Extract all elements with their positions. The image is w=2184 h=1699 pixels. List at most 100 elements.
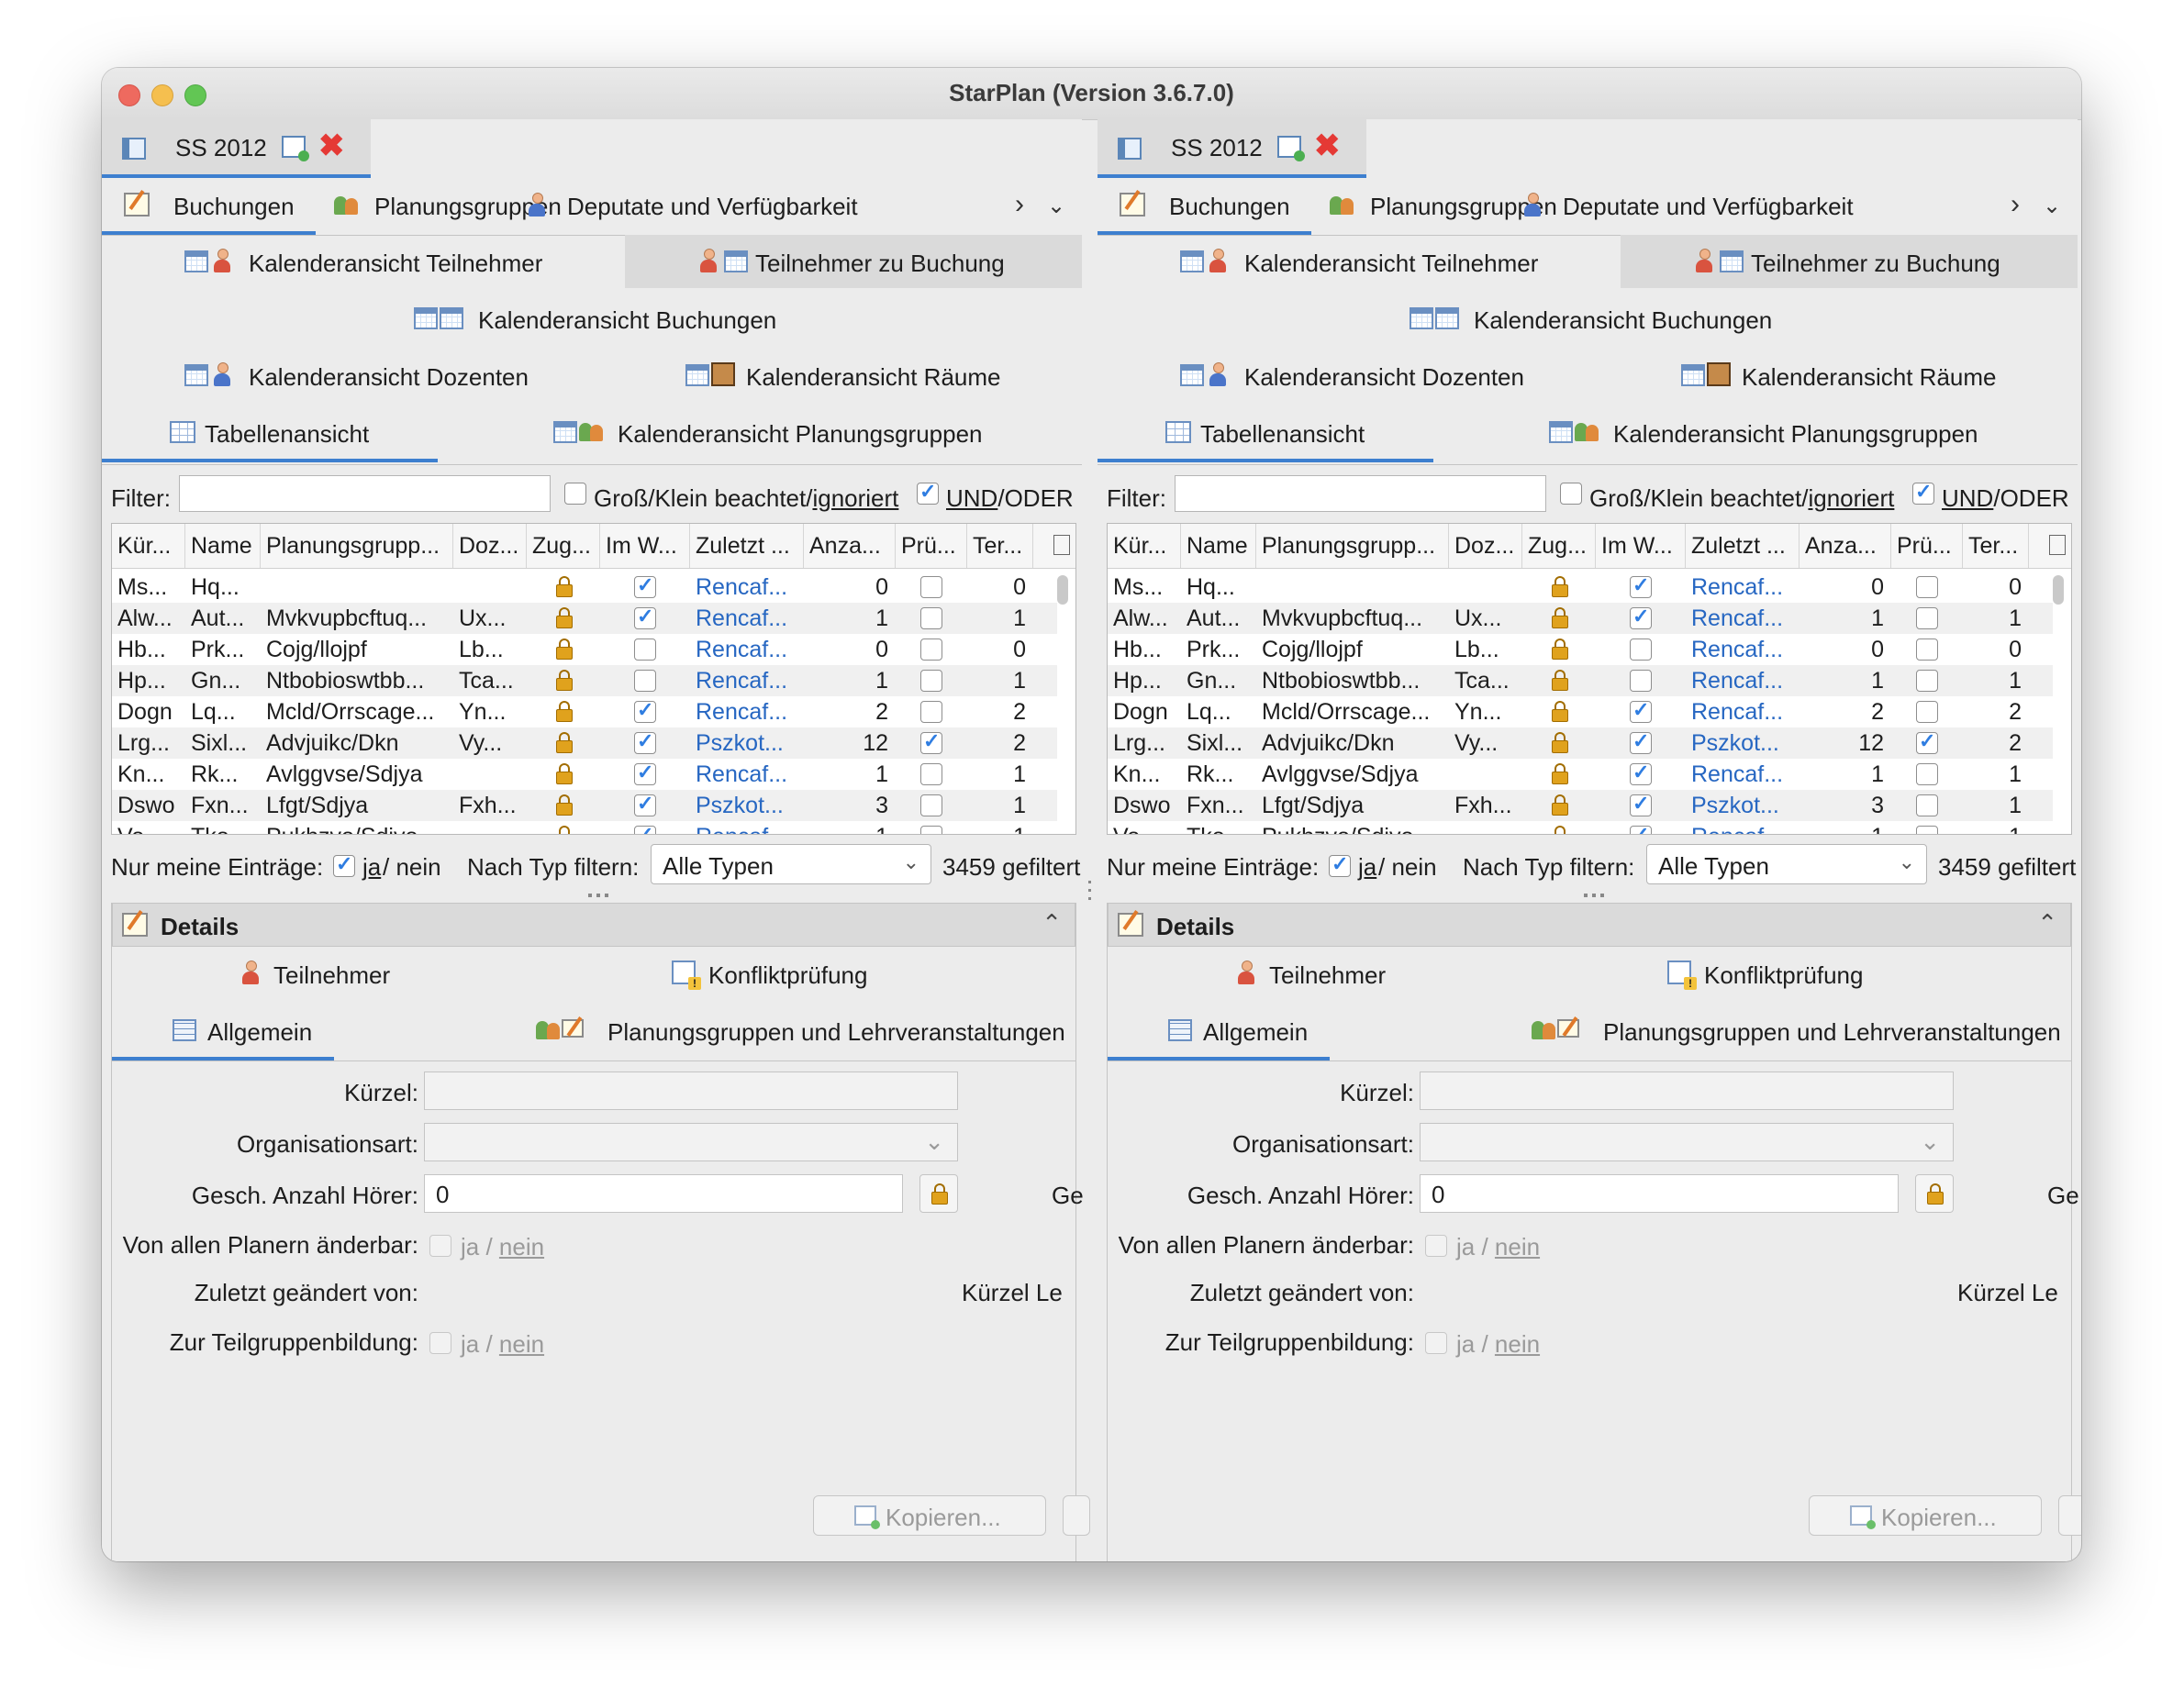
table-row[interactable]: Hp... Gn... Ntbobioswtbb... Tca... Rencaf...…	[1108, 665, 2053, 696]
tab-kalender-teilnehmer[interactable]: Kalenderansicht Teilnehmer	[102, 235, 625, 288]
case-ignore-link[interactable]: ignoriert	[812, 484, 898, 512]
table-scrollbar[interactable]	[1057, 575, 1068, 605]
table-row[interactable]: Dswo Fxn... Lfgt/Sdjya Fxh... Pszkot... 3 1	[1108, 790, 2053, 821]
hoerer-input[interactable]: 0	[424, 1174, 903, 1213]
hoerer-lock-button[interactable]	[1915, 1174, 1954, 1213]
resize-grip[interactable]	[588, 894, 610, 897]
im-web-checkbox[interactable]	[634, 792, 656, 816]
im-web-checkbox[interactable]	[1630, 823, 1652, 834]
pruefung-checkbox[interactable]	[1916, 794, 1938, 816]
pruefung-checkbox[interactable]	[1916, 763, 1938, 785]
nur-meine-ja-link[interactable]: ja	[1358, 853, 1376, 882]
typ-filter-select[interactable]: Alle Typen ⌄	[1646, 844, 1927, 884]
column-header[interactable]: Doz...	[453, 524, 527, 568]
table-row[interactable]: Hp... Gn... Ntbobioswtbb... Tca... Rencaf...…	[112, 665, 1057, 696]
table-row[interactable]: Vo...Tko...Pukhzvo/SdjyoRencaf...11	[1108, 821, 2053, 834]
document-tab[interactable]: SS 2012 ✖	[1098, 119, 1366, 178]
organisationsart-select[interactable]: ⌄	[424, 1123, 958, 1161]
und-link[interactable]: UND	[946, 484, 997, 512]
pruefung-checkbox[interactable]	[920, 576, 942, 598]
im-web-checkbox[interactable]	[1630, 639, 1652, 661]
tab-allgemein[interactable]: Allgemein	[112, 1004, 334, 1060]
aenderbar-checkbox[interactable]	[1425, 1235, 1447, 1257]
case-sensitive-checkbox[interactable]	[1560, 483, 1582, 505]
filter-input[interactable]	[1175, 475, 1546, 512]
table-row[interactable]: Hb... Prk... Cojg/llojpf Lb... Rencaf... 0 0	[112, 634, 1057, 665]
case-ignore-link[interactable]: ignoriert	[1808, 484, 1894, 512]
tab-planungsgruppen[interactable]: Planungsgruppen	[1311, 178, 1557, 231]
split-divider[interactable]	[1086, 119, 1094, 1561]
hoerer-lock-button[interactable]	[919, 1174, 958, 1213]
nur-meine-checkbox[interactable]	[333, 852, 355, 877]
filter-input[interactable]	[179, 475, 551, 512]
pruefung-checkbox[interactable]	[1916, 670, 1938, 692]
tab-teilnehmer[interactable]: Teilnehmer	[112, 947, 644, 1000]
pruefung-checkbox[interactable]	[920, 794, 942, 816]
und-link[interactable]: UND	[1942, 484, 1993, 512]
column-header[interactable]: Anza...	[1800, 524, 1891, 568]
tab-deputate[interactable]: Deputate und Verfügbarkeit	[499, 178, 1022, 231]
im-web-checkbox[interactable]	[1630, 605, 1652, 629]
pruefung-checkbox[interactable]	[920, 826, 942, 834]
aenderbar-nein-link[interactable]: nein	[1495, 1233, 1540, 1260]
tab-konfliktpruefung[interactable]: Konfliktprüfung	[1640, 947, 2071, 1000]
column-header[interactable]: Ter...	[967, 524, 1033, 568]
table-row[interactable]: Lrg... Sixl... Advjuikc/Dkn Vy... Pszkot... 1…	[112, 727, 1057, 759]
column-settings-icon[interactable]	[2049, 535, 2066, 555]
im-web-checkbox[interactable]	[634, 761, 656, 785]
im-web-checkbox[interactable]	[1630, 670, 1652, 692]
tab-kalender-buchungen[interactable]: Kalenderansicht Buchungen	[1098, 292, 2078, 345]
pruefung-checkbox[interactable]	[1916, 701, 1938, 723]
kopieren-button[interactable]: Kopieren...	[1809, 1495, 2042, 1536]
pruefung-checkbox[interactable]	[1916, 639, 1938, 661]
resize-grip[interactable]	[1584, 894, 1606, 897]
tabs-menu-chevron-down-icon[interactable]: ⌄	[1047, 193, 1065, 219]
tab-kalender-planungsgruppen[interactable]: Kalenderansicht Planungsgruppen	[1433, 405, 2078, 459]
column-header[interactable]: Zuletzt ...	[690, 524, 804, 568]
pruefung-checkbox[interactable]	[1916, 729, 1938, 754]
pruefung-checkbox[interactable]	[920, 639, 942, 661]
teilgruppe-nein-link[interactable]: nein	[499, 1330, 544, 1358]
aenderbar-checkbox[interactable]	[429, 1235, 451, 1257]
column-header[interactable]: Kür...	[1108, 524, 1181, 568]
tab-buchungen[interactable]: Buchungen	[102, 178, 316, 235]
kuerzel-field[interactable]	[1420, 1072, 1954, 1110]
tab-planungsgruppen-lehrveranstaltungen[interactable]: Planungsgruppen und Lehrveranstaltungen	[334, 1004, 1075, 1057]
im-web-checkbox[interactable]	[634, 729, 656, 754]
pruefung-checkbox[interactable]	[920, 763, 942, 785]
close-tab-icon[interactable]: ✖	[1314, 130, 1341, 161]
nur-meine-checkbox[interactable]	[1329, 852, 1351, 877]
im-web-checkbox[interactable]	[634, 605, 656, 629]
document-tab[interactable]: SS 2012 ✖	[102, 119, 371, 178]
column-settings-icon[interactable]	[1053, 535, 1070, 555]
und-oder-checkbox[interactable]	[1912, 480, 1934, 505]
hoerer-input[interactable]: 0	[1420, 1174, 1899, 1213]
column-header[interactable]: Name	[185, 524, 261, 568]
im-web-checkbox[interactable]	[1630, 573, 1652, 598]
details-header[interactable]: Details ⌃	[1108, 903, 2071, 947]
im-web-checkbox[interactable]	[634, 823, 656, 834]
nur-meine-ja-link[interactable]: ja	[362, 853, 381, 882]
table-row[interactable]: Alw... Aut... Mvkvupbcftuq... Ux... Rencaf..…	[1108, 603, 2053, 634]
table-row[interactable]: Kn... Rk... Avlggvse/Sdjya Rencaf... 1 1	[1108, 759, 2053, 790]
tab-teilnehmer-zu-buchung[interactable]: Teilnehmer zu Buchung	[625, 235, 1082, 288]
close-tab-icon[interactable]: ✖	[318, 130, 345, 161]
teilgruppe-checkbox[interactable]	[429, 1332, 451, 1354]
table-row[interactable]: Dogn Lq... Mcld/Orrscage... Yn... Rencaf... 2…	[1108, 696, 2053, 727]
collapse-icon[interactable]: ⌃	[1042, 909, 1062, 938]
tab-kalender-teilnehmer[interactable]: Kalenderansicht Teilnehmer	[1098, 235, 1621, 288]
pruefung-checkbox[interactable]	[920, 729, 942, 754]
column-header[interactable]: Prü...	[896, 524, 967, 568]
tab-kalender-raeume[interactable]: Kalenderansicht Räume	[1621, 349, 2078, 402]
tab-teilnehmer[interactable]: Teilnehmer	[1108, 947, 1640, 1000]
tabs-menu-chevron-down-icon[interactable]: ⌄	[2043, 193, 2061, 219]
tab-kalender-buchungen[interactable]: Kalenderansicht Buchungen	[102, 292, 1082, 345]
column-header[interactable]: Zug...	[1522, 524, 1596, 568]
collapse-icon[interactable]: ⌃	[2037, 909, 2057, 938]
tab-kalender-dozenten[interactable]: Kalenderansicht Dozenten	[102, 349, 625, 402]
tabs-scroll-right-icon[interactable]: ›	[2011, 189, 2020, 220]
tab-planungsgruppen[interactable]: Planungsgruppen	[316, 178, 562, 231]
table-row[interactable]: Vo...Tko...Pukhzvo/SdjyoRencaf...11	[112, 821, 1057, 834]
aenderbar-nein-link[interactable]: nein	[499, 1233, 544, 1260]
kopieren-button[interactable]: Kopieren...	[813, 1495, 1046, 1536]
